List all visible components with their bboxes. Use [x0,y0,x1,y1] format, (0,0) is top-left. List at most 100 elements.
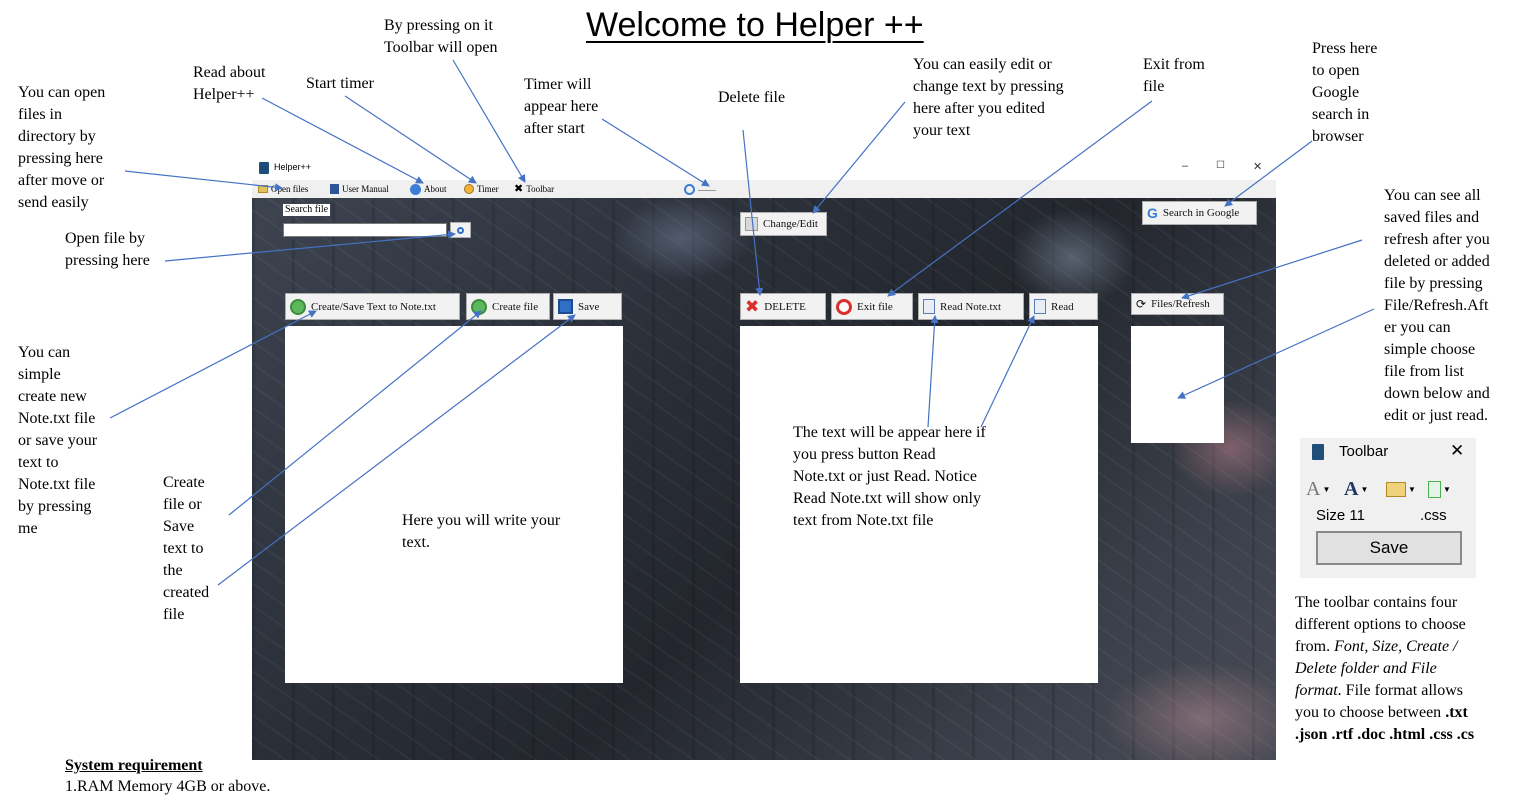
toolbar-description-text: . File format allows [1337,682,1463,699]
annotation-saved-files: You can see all saved files and refresh … [1384,187,1490,424]
document-icon [923,299,935,314]
font-color-icon: A [1306,477,1321,500]
menu-timer[interactable]: Timer [464,182,499,196]
create-save-note-button[interactable]: Create/Save Text to Note.txt [285,293,460,320]
annotation-write-text: Here you will write your text. [402,512,561,551]
annotation-read-text: The text will be appear here if you pres… [793,424,986,529]
page-title: Welcome to Helper ++ [586,6,924,44]
title-bar: Helper++ – ☐ ✕ [252,158,1276,180]
toolbar-description-line: Delete folder and File [1295,658,1474,680]
delete-button[interactable]: ✖ DELETE [740,293,826,320]
exit-file-button[interactable]: Exit file [831,293,913,320]
file-format-dropdown[interactable]: ▼ [1428,478,1451,500]
timer-value: ......... [698,184,716,193]
toolbar-description-line: from. Font, Size, Create / [1295,636,1474,658]
save-button[interactable]: Save [553,293,622,320]
chevron-down-icon: ▼ [1443,484,1451,494]
menu-user-manual-label: User Manual [342,184,389,194]
create-file-button[interactable]: Create file [466,293,550,320]
menu-toolbar-label: Toolbar [526,184,555,194]
app-logo-icon [1312,444,1324,460]
search-icon [457,226,464,234]
files-refresh-button[interactable]: ⟳ Files/Refresh [1131,293,1224,315]
toolbar-save-label: Save [1369,538,1409,557]
menu-open-files[interactable]: Open files [258,182,308,196]
change-edit-label: Change/Edit [763,218,818,230]
annotation-open-files: You can open files in directory by press… [18,84,106,211]
info-icon [410,183,421,195]
toolbar-description-text: from. [1295,638,1335,655]
annotation-create-note: You can simple create new Note.txt file … [18,344,98,537]
annotation-timer-appears: Timer will appear here after start [524,76,599,137]
read-button[interactable]: Read [1029,293,1098,320]
exit-file-label: Exit file [857,300,893,313]
menu-about-label: About [424,184,447,194]
minimize-button[interactable]: – [1182,160,1188,172]
close-button[interactable]: ✕ [1253,160,1262,173]
toolbar-description-line: format. File format allows [1295,680,1474,702]
window-title: Helper++ [274,162,312,172]
toolbar-description: The toolbar contains four different opti… [1295,592,1474,746]
read-text-area[interactable]: The text will be appear here if you pres… [740,326,1098,683]
menu-timer-label: Timer [477,184,499,194]
create-save-note-label: Create/Save Text to Note.txt [311,300,436,313]
annotation-delete-file: Delete file [718,89,786,106]
save-label: Save [578,300,600,313]
annotation-read-about: Read about Helper++ [193,64,266,103]
read-label: Read [1051,300,1074,313]
toolbar-description-text: you to choose between [1295,704,1446,721]
toolbar-description-bold: .json .rtf .doc .html .css .cs [1295,726,1475,743]
toolbar-close-button[interactable]: ✕ [1450,441,1464,461]
folder-dropdown[interactable]: ▼ [1386,478,1416,500]
font-dropdown[interactable]: A ▼ [1344,478,1368,500]
app-client-area: Search file Change/Edit G Search in Goog… [252,198,1276,760]
font-color-dropdown[interactable]: A ▼ [1306,478,1330,500]
menu-user-manual[interactable]: User Manual [330,182,389,196]
toolbar-description-line: you to choose between .txt [1295,702,1474,724]
write-text-area[interactable]: Here you will write your text. [285,326,623,683]
annotation-toolbar-opens: By pressing on it Toolbar will open [384,17,498,56]
document-icon [1034,299,1046,314]
search-label: Search file [283,204,331,216]
files-refresh-label: Files/Refresh [1151,298,1210,310]
refresh-icon: ⟳ [1136,297,1147,311]
chevron-down-icon: ▼ [1360,484,1369,494]
floppy-disk-icon [558,299,573,314]
folder-icon [1386,481,1406,497]
power-icon [836,298,852,315]
stopwatch-icon [684,183,695,195]
menu-open-files-label: Open files [271,184,309,194]
toolbar-description-bold: .txt [1445,704,1468,721]
search-button[interactable] [450,222,471,238]
saved-files-list[interactable] [1131,326,1224,443]
search-google-button[interactable]: G Search in Google [1142,201,1257,225]
annotation-change-edit: You can easily edit or change text by pr… [913,56,1064,139]
system-requirement-item: 1.RAM Memory 4GB or above. [65,778,271,795]
new-file-icon [1428,480,1441,498]
search-input[interactable] [283,223,447,237]
toolbar-description-italic: format [1295,682,1338,699]
menu-about[interactable]: About [410,182,447,196]
toolbar-description-line: .json .rtf .doc .html .css .cs [1295,724,1474,746]
annotation-exit-file: Exit from file [1143,56,1205,95]
timer-icon [464,184,474,194]
annotation-start-timer: Start timer [306,75,374,92]
chevron-down-icon: ▼ [1322,484,1331,494]
timer-display: ......... [684,182,716,196]
plus-circle-icon [471,298,487,315]
google-icon: G [1147,205,1158,221]
tools-icon: ✖ [514,182,524,195]
format-label: .css [1420,507,1447,524]
toolbar-save-button[interactable]: Save [1316,531,1462,565]
maximize-button[interactable]: ☐ [1216,160,1225,171]
menu-toolbar[interactable]: ✖ Toolbar [514,182,554,196]
read-note-label: Read Note.txt [940,300,1002,313]
system-requirement-heading: System requirement [65,757,203,774]
delete-label: DELETE [764,300,806,313]
read-note-button[interactable]: Read Note.txt [918,293,1024,320]
book-icon [330,184,339,194]
search-google-label: Search in Google [1162,207,1240,219]
change-edit-button[interactable]: Change/Edit [740,212,827,236]
annotation-create-file: Create file or Save text to the created … [163,474,210,623]
chevron-down-icon: ▼ [1408,484,1416,494]
